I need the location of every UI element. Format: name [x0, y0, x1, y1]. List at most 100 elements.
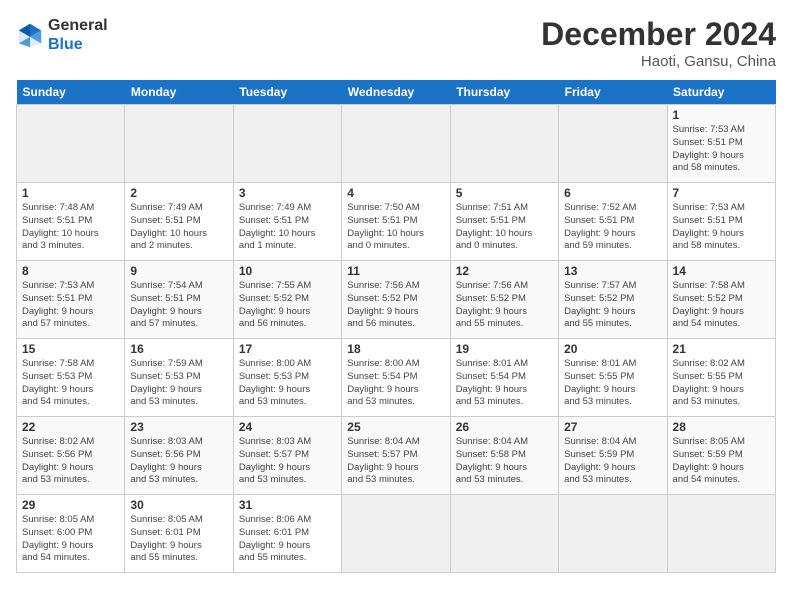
day-info: Sunrise: 7:49 AM Sunset: 5:51 PM Dayligh… [239, 202, 336, 253]
day-info: Sunrise: 7:52 AM Sunset: 5:51 PM Dayligh… [564, 202, 661, 253]
calendar-cell: 5 Sunrise: 7:51 AM Sunset: 5:51 PM Daylig… [450, 183, 558, 261]
calendar-cell: 15 Sunrise: 7:58 AM Sunset: 5:53 PM Dayli… [17, 339, 125, 417]
day-info: Sunrise: 8:02 AM Sunset: 5:55 PM Dayligh… [673, 358, 770, 409]
calendar-cell: 11 Sunrise: 7:56 AM Sunset: 5:52 PM Dayli… [342, 261, 450, 339]
day-info: Sunrise: 7:51 AM Sunset: 5:51 PM Dayligh… [456, 202, 553, 253]
day-number: 5 [456, 186, 553, 200]
day-number: 15 [22, 342, 119, 356]
day-number: 7 [673, 186, 770, 200]
calendar-cell: 23 Sunrise: 8:03 AM Sunset: 5:56 PM Dayli… [125, 417, 233, 495]
calendar-cell: 27 Sunrise: 8:04 AM Sunset: 5:59 PM Dayli… [559, 417, 667, 495]
day-info: Sunrise: 8:01 AM Sunset: 5:54 PM Dayligh… [456, 358, 553, 409]
day-info: Sunrise: 7:59 AM Sunset: 5:53 PM Dayligh… [130, 358, 227, 409]
calendar-cell [342, 105, 450, 183]
day-number: 16 [130, 342, 227, 356]
day-number: 6 [564, 186, 661, 200]
weekday-header-thursday: Thursday [450, 80, 558, 105]
day-number: 22 [22, 420, 119, 434]
day-info: Sunrise: 8:00 AM Sunset: 5:53 PM Dayligh… [239, 358, 336, 409]
calendar-cell: 25 Sunrise: 8:04 AM Sunset: 5:57 PM Dayli… [342, 417, 450, 495]
day-number: 20 [564, 342, 661, 356]
week-row-1: 1Sunrise: 7:48 AM Sunset: 5:51 PM Daylig… [17, 183, 776, 261]
day-number: 31 [239, 498, 336, 512]
calendar-cell: 2Sunrise: 7:49 AM Sunset: 5:51 PM Daylig… [125, 183, 233, 261]
week-row-4: 22 Sunrise: 8:02 AM Sunset: 5:56 PM Dayli… [17, 417, 776, 495]
calendar-cell [17, 105, 125, 183]
calendar-cell: 1Sunrise: 7:48 AM Sunset: 5:51 PM Daylig… [17, 183, 125, 261]
calendar-cell: 4Sunrise: 7:50 AM Sunset: 5:51 PM Daylig… [342, 183, 450, 261]
day-number: 17 [239, 342, 336, 356]
calendar-cell: 26 Sunrise: 8:04 AM Sunset: 5:58 PM Dayli… [450, 417, 558, 495]
weekday-header-friday: Friday [559, 80, 667, 105]
calendar-cell [450, 105, 558, 183]
calendar-cell: 16 Sunrise: 7:59 AM Sunset: 5:53 PM Dayli… [125, 339, 233, 417]
day-info: Sunrise: 7:54 AM Sunset: 5:51 PM Dayligh… [130, 280, 227, 331]
calendar-cell [450, 495, 558, 573]
weekday-header-saturday: Saturday [667, 80, 775, 105]
week-row-2: 8 Sunrise: 7:53 AM Sunset: 5:51 PM Daylig… [17, 261, 776, 339]
day-info: Sunrise: 8:03 AM Sunset: 5:56 PM Dayligh… [130, 436, 227, 487]
day-number: 27 [564, 420, 661, 434]
calendar-cell: 31 Sunrise: 8:06 AM Sunset: 6:01 PM Dayli… [233, 495, 341, 573]
calendar-cell: 17 Sunrise: 8:00 AM Sunset: 5:53 PM Dayli… [233, 339, 341, 417]
day-info: Sunrise: 8:03 AM Sunset: 5:57 PM Dayligh… [239, 436, 336, 487]
day-number: 23 [130, 420, 227, 434]
day-number: 21 [673, 342, 770, 356]
calendar-cell: 18 Sunrise: 8:00 AM Sunset: 5:54 PM Dayli… [342, 339, 450, 417]
logo: General Blue [16, 16, 108, 54]
calendar-cell: 14 Sunrise: 7:58 AM Sunset: 5:52 PM Dayli… [667, 261, 775, 339]
day-info: Sunrise: 8:04 AM Sunset: 5:59 PM Dayligh… [564, 436, 661, 487]
day-number: 13 [564, 264, 661, 278]
day-number: 14 [673, 264, 770, 278]
day-info: Sunrise: 8:01 AM Sunset: 5:55 PM Dayligh… [564, 358, 661, 409]
day-info: Sunrise: 7:53 AM Sunset: 5:51 PM Dayligh… [673, 124, 770, 175]
day-info: Sunrise: 8:05 AM Sunset: 6:01 PM Dayligh… [130, 514, 227, 565]
calendar-cell: 6 Sunrise: 7:52 AM Sunset: 5:51 PM Daylig… [559, 183, 667, 261]
page: General Blue December 2024 Haoti, Gansu,… [0, 0, 792, 612]
day-info: Sunrise: 8:04 AM Sunset: 5:57 PM Dayligh… [347, 436, 444, 487]
day-info: Sunrise: 8:02 AM Sunset: 5:56 PM Dayligh… [22, 436, 119, 487]
calendar-cell: 3 Sunrise: 7:49 AM Sunset: 5:51 PM Daylig… [233, 183, 341, 261]
day-info: Sunrise: 8:06 AM Sunset: 6:01 PM Dayligh… [239, 514, 336, 565]
day-info: Sunrise: 8:04 AM Sunset: 5:58 PM Dayligh… [456, 436, 553, 487]
calendar-cell: 9Sunrise: 7:54 AM Sunset: 5:51 PM Daylig… [125, 261, 233, 339]
calendar-cell: 29Sunrise: 8:05 AM Sunset: 6:00 PM Dayli… [17, 495, 125, 573]
day-number: 26 [456, 420, 553, 434]
calendar-cell: 13Sunrise: 7:57 AM Sunset: 5:52 PM Dayli… [559, 261, 667, 339]
calendar-cell [342, 495, 450, 573]
weekday-header-row: SundayMondayTuesdayWednesdayThursdayFrid… [17, 80, 776, 105]
calendar-cell: 21 Sunrise: 8:02 AM Sunset: 5:55 PM Dayli… [667, 339, 775, 417]
day-info: Sunrise: 7:58 AM Sunset: 5:52 PM Dayligh… [673, 280, 770, 331]
day-number: 30 [130, 498, 227, 512]
day-number: 3 [239, 186, 336, 200]
title-block: December 2024 Haoti, Gansu, China [541, 16, 776, 70]
day-info: Sunrise: 7:53 AM Sunset: 5:51 PM Dayligh… [22, 280, 119, 331]
day-number: 28 [673, 420, 770, 434]
week-row-3: 15 Sunrise: 7:58 AM Sunset: 5:53 PM Dayli… [17, 339, 776, 417]
weekday-header-monday: Monday [125, 80, 233, 105]
day-info: Sunrise: 7:49 AM Sunset: 5:51 PM Dayligh… [130, 202, 227, 253]
day-number: 25 [347, 420, 444, 434]
day-info: Sunrise: 8:00 AM Sunset: 5:54 PM Dayligh… [347, 358, 444, 409]
calendar-table: SundayMondayTuesdayWednesdayThursdayFrid… [16, 80, 776, 573]
day-number: 24 [239, 420, 336, 434]
day-number: 10 [239, 264, 336, 278]
day-number: 11 [347, 264, 444, 278]
day-number: 29 [22, 498, 119, 512]
calendar-cell: 24 Sunrise: 8:03 AM Sunset: 5:57 PM Dayli… [233, 417, 341, 495]
day-number: 4 [347, 186, 444, 200]
month-title: December 2024 [541, 16, 776, 53]
calendar-cell: 1 Sunrise: 7:53 AM Sunset: 5:51 PM Daylig… [667, 105, 775, 183]
day-number: 1 [22, 186, 119, 200]
day-number: 19 [456, 342, 553, 356]
calendar-cell: 7Sunrise: 7:53 AM Sunset: 5:51 PM Daylig… [667, 183, 775, 261]
week-row-0: 1 Sunrise: 7:53 AM Sunset: 5:51 PM Daylig… [17, 105, 776, 183]
day-info: Sunrise: 7:55 AM Sunset: 5:52 PM Dayligh… [239, 280, 336, 331]
logo-icon [16, 21, 44, 49]
calendar-cell [233, 105, 341, 183]
day-number: 18 [347, 342, 444, 356]
day-info: Sunrise: 7:56 AM Sunset: 5:52 PM Dayligh… [347, 280, 444, 331]
day-info: Sunrise: 7:58 AM Sunset: 5:53 PM Dayligh… [22, 358, 119, 409]
day-number: 1 [673, 108, 770, 122]
day-number: 8 [22, 264, 119, 278]
